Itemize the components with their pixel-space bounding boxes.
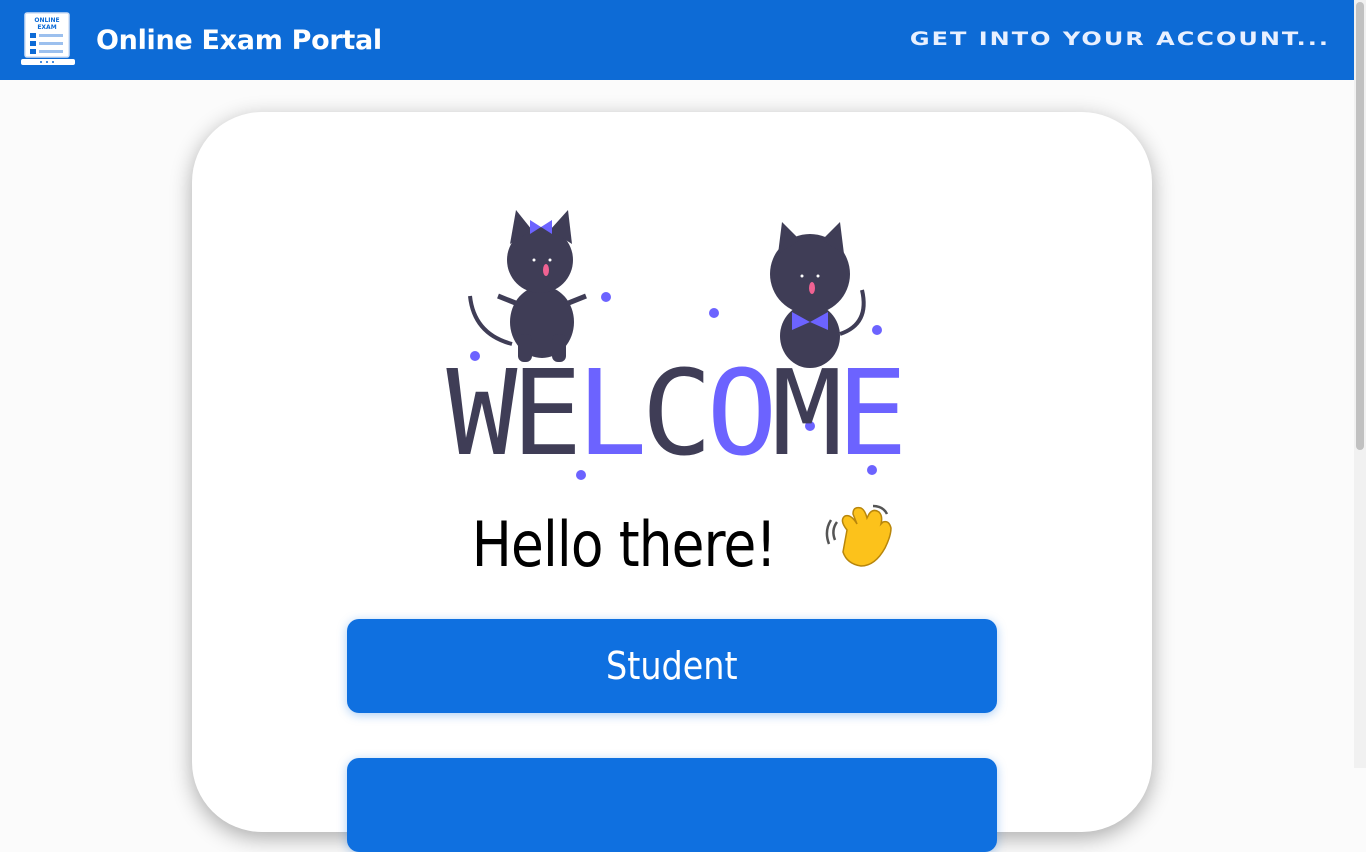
welcome-letter: M (772, 344, 838, 482)
welcome-letter: E (837, 344, 902, 482)
welcome-letter: L (576, 344, 642, 482)
app-title: Online Exam Portal (96, 24, 382, 56)
greeting-heading: Hello there! (192, 500, 1152, 581)
welcome-cats-illustration: WELCOME (446, 210, 908, 482)
scrollbar-thumb[interactable] (1356, 2, 1364, 450)
student-button-label: Student (606, 644, 738, 688)
logo-text-exam: EXAM (37, 24, 56, 31)
student-button[interactable]: Student (347, 619, 997, 713)
second-role-button[interactable] (347, 758, 997, 852)
greeting-text: Hello there! (471, 508, 777, 581)
welcome-word: WELCOME (446, 344, 901, 482)
welcome-letter: C (641, 344, 706, 482)
waving-hand-icon (825, 504, 892, 567)
role-selection-card: WELCOME Hello there! Student (192, 112, 1152, 852)
logo-text-online: ONLINE (34, 17, 59, 24)
welcome-letter: E (511, 344, 576, 482)
top-navbar: ONLINE EXAM Online Exam Portal Get into … (0, 0, 1354, 80)
exam-laptop-icon: ONLINE EXAM (21, 12, 75, 65)
welcome-letter: O (707, 344, 772, 482)
brand-link[interactable]: ONLINE EXAM Online Exam Portal (17, 9, 382, 71)
nav-tagline: Get into your account... (909, 28, 1330, 50)
welcome-letter: W (446, 344, 518, 482)
left-cat (468, 210, 587, 362)
page-scrollbar[interactable] (1354, 0, 1366, 768)
welcome-word-letters: WELCOME (446, 344, 901, 482)
